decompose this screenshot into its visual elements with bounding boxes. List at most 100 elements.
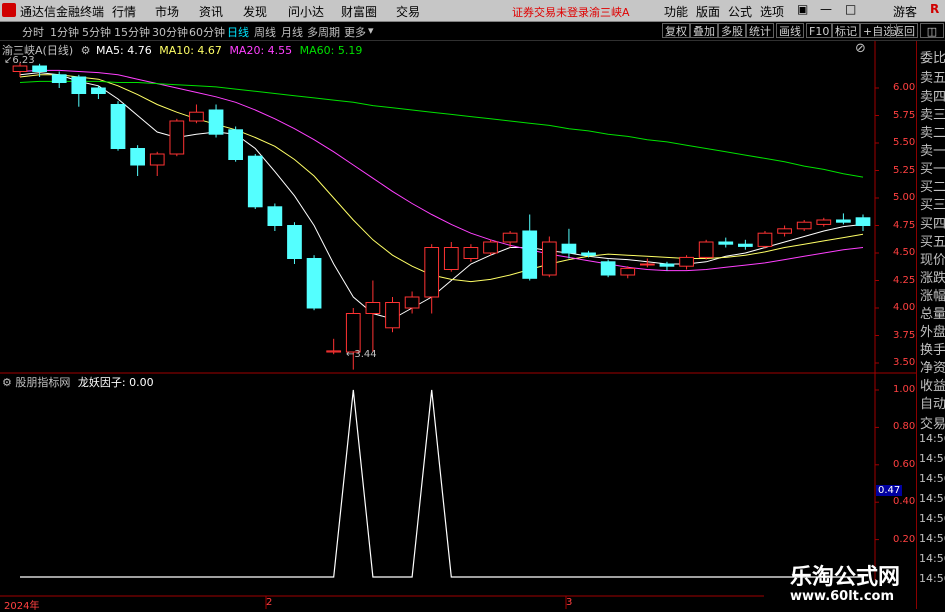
candle-body-down — [91, 87, 106, 94]
candle-body-down — [287, 225, 302, 259]
x-label-feb: 2 — [266, 597, 273, 608]
kline-chart[interactable] — [0, 41, 916, 609]
indicator-tick-label: 0.80 — [893, 421, 916, 433]
candle-body-down — [110, 104, 126, 149]
fuquan-button[interactable]: 复权 — [662, 23, 690, 38]
candle-body-down — [561, 243, 577, 254]
x-label-2024: 2024年 — [4, 601, 40, 612]
trade-time: 14:56 — [919, 572, 945, 585]
candle-body-up — [149, 153, 165, 166]
quote-label[interactable]: 交易 — [920, 413, 945, 432]
quote-label: 卖五 — [920, 71, 945, 86]
period-monthly[interactable]: 月线 — [281, 24, 303, 40]
candle-body-down — [267, 206, 283, 227]
quote-label: 涨跌 — [920, 271, 945, 286]
quote-label: 买三 — [920, 198, 945, 213]
ma10-line — [19, 74, 864, 283]
quote-label: 买一 — [920, 162, 945, 177]
period-multi[interactable]: 多周期 — [307, 24, 340, 40]
back-button[interactable]: 返回 — [890, 23, 918, 38]
menu-gongneng[interactable]: 功能 — [664, 3, 688, 20]
huaxian-button[interactable]: 画线 — [776, 23, 804, 38]
trade-time: 14:56 — [919, 452, 945, 465]
tongji-button[interactable]: 统计 — [746, 23, 774, 38]
indicator-tick-label: 1.00 — [893, 384, 916, 395]
expand-icon[interactable]: ◫ — [920, 23, 944, 38]
quote-label: 总量 — [920, 307, 945, 322]
candle-body-down — [659, 263, 675, 267]
quote-label: 外盘 — [920, 325, 945, 340]
menu-shichang[interactable]: 市场 — [155, 3, 179, 20]
quote-label: 换手 — [920, 343, 945, 358]
period-60min[interactable]: 60分钟 — [189, 24, 225, 40]
skin-icon[interactable]: ▣ — [797, 2, 808, 16]
candle-body-down — [130, 148, 145, 166]
quote-label: 买二 — [920, 180, 945, 195]
quote-label: 现价 — [920, 253, 945, 268]
candle-body-down — [247, 155, 263, 208]
high-price-marker: ↙6.23 — [4, 55, 35, 66]
menu-gongshi[interactable]: 公式 — [728, 3, 752, 20]
trade-time: 14:56 — [919, 532, 945, 545]
period-weekly[interactable]: 周线 — [254, 24, 276, 40]
app-title: 通达信金融终端 — [20, 5, 105, 19]
quote-label: 卖三 — [920, 108, 945, 123]
price-tick-label: 3.50 — [893, 357, 916, 368]
guest-label[interactable]: 游客 — [893, 3, 917, 20]
quote-label[interactable]: 自动 — [920, 393, 945, 412]
price-tick-label: 6.00 — [893, 82, 916, 93]
quote-label: 买五 — [920, 235, 945, 250]
menu-zixun[interactable]: 资讯 — [199, 3, 223, 20]
period-5min[interactable]: 5分钟 — [82, 24, 111, 40]
price-tick-label: 4.00 — [893, 302, 916, 313]
candle-body-down — [738, 243, 753, 247]
menu-caifuquan[interactable]: 财富圈 — [341, 3, 377, 20]
r-icon[interactable]: R — [930, 2, 939, 16]
minimize-icon[interactable]: — — [820, 2, 832, 16]
menu-jiaoyi[interactable]: 交易 — [396, 3, 420, 20]
candle-body-up — [757, 232, 773, 247]
quote-label: 买四 — [920, 217, 945, 232]
candle-body-down — [718, 241, 734, 245]
quote-label: 收益 — [920, 379, 945, 394]
candle-body-up — [679, 256, 694, 267]
watermark-title: 乐淘公式网 — [790, 565, 901, 590]
f10-button[interactable]: F10 — [806, 23, 833, 38]
quote-label: 委比 — [920, 51, 945, 66]
menu-faxian[interactable]: 发现 — [243, 3, 267, 20]
candle-body-up — [463, 247, 479, 259]
period-15min[interactable]: 15分钟 — [114, 24, 150, 40]
menu-banmian[interactable]: 版面 — [696, 3, 720, 20]
period-daily[interactable]: 日线 — [227, 24, 249, 40]
ma60-line — [19, 80, 864, 178]
watermark-url: www.60lt.com — [790, 589, 895, 604]
quote-label: 净资 — [920, 361, 945, 376]
maximize-icon[interactable]: □ — [845, 2, 856, 16]
price-tick-label: 3.75 — [893, 329, 916, 341]
price-tick-label: 5.00 — [893, 192, 916, 203]
trade-time: 14:56 — [919, 472, 945, 485]
period-30min[interactable]: 30分钟 — [152, 24, 188, 40]
biaoji-button[interactable]: 标记 — [832, 23, 860, 38]
price-tick-label: 5.75 — [893, 109, 916, 121]
menu-hangqing[interactable]: 行情 — [112, 3, 136, 20]
ma5-line — [19, 72, 864, 320]
x-label-mar: 3 — [566, 597, 573, 608]
period-1min[interactable]: 1分钟 — [50, 24, 79, 40]
trade-time: 14:56 — [919, 552, 945, 565]
candle-body-up — [385, 302, 400, 329]
period-fenshi[interactable]: 分时 — [22, 24, 44, 40]
current-indicator-value: 0.47 — [876, 485, 903, 496]
candle-body-up — [424, 247, 440, 298]
current-stock-name: 渝三峡A — [589, 6, 630, 19]
menu-xuanxiang[interactable]: 选项 — [760, 3, 784, 20]
period-more[interactable]: 更多 — [344, 24, 366, 40]
candle-body-down — [208, 109, 224, 135]
trade-login-status[interactable]: 证券交易未登录 — [512, 4, 589, 20]
diejia-button[interactable]: 叠加 — [690, 23, 718, 38]
chevron-down-icon[interactable]: ▾ — [368, 24, 374, 37]
candle-body-down — [855, 217, 871, 227]
candle-body-up — [639, 263, 655, 266]
duogu-button[interactable]: 多股 — [718, 23, 746, 38]
menu-wenxiaoda[interactable]: 问小达 — [288, 3, 324, 20]
